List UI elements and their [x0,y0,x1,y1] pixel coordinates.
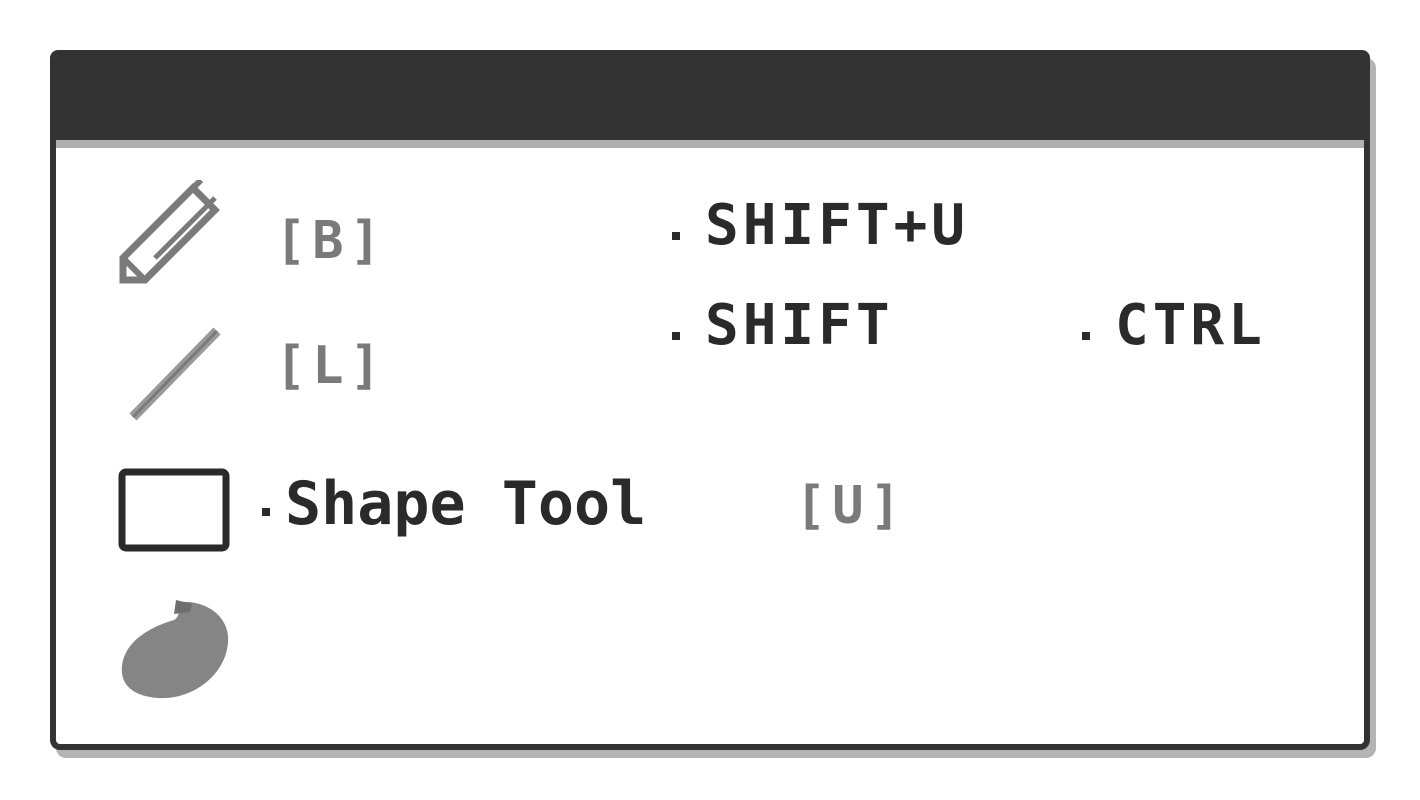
modifier-shift: SHIFT [705,293,894,358]
rectangle-icon[interactable] [118,468,230,552]
bullet-icon [262,508,270,516]
shape-tool-label: Shape Tool [285,469,647,539]
bullet-icon [672,332,680,340]
bullet-icon [1082,332,1090,340]
modifier-ctrl: CTRL [1115,293,1266,358]
blob-icon[interactable] [118,598,232,702]
line-icon[interactable] [125,325,225,425]
title-bar[interactable] [50,50,1370,140]
shape-tool-shortcut: [U] [795,476,907,536]
line-shortcut: [L] [275,336,387,396]
pencil-shortcut: [B] [275,211,387,271]
bullet-icon [672,232,680,240]
title-bar-divider [56,140,1364,148]
tool-shortcuts-panel [50,50,1370,750]
pencil-icon[interactable] [115,180,225,284]
modifier-shift-u: SHIFT+U [705,193,970,258]
